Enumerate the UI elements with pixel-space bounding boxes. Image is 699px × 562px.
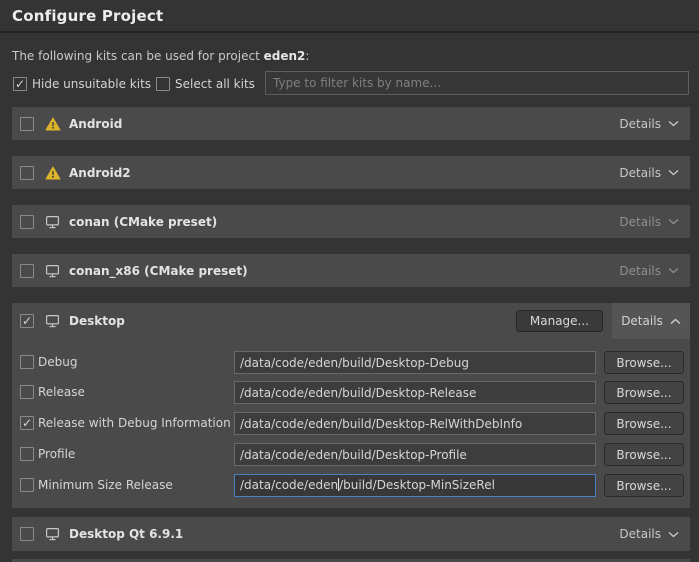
desktop-monitor-icon bbox=[44, 264, 61, 278]
kit-name: Android2 bbox=[69, 166, 131, 180]
kit-checkbox[interactable]: ✓ bbox=[20, 166, 34, 180]
build-dir-input-release[interactable] bbox=[234, 381, 596, 404]
kit-name: Android bbox=[69, 117, 122, 131]
config-checkbox-profile[interactable]: ✓ bbox=[20, 447, 34, 461]
config-checkbox-minsizerel[interactable]: ✓ bbox=[20, 478, 34, 492]
kit-row-conan-x86: ✓ conan_x86 (CMake preset) Details bbox=[12, 254, 690, 287]
page-title: Configure Project bbox=[12, 7, 163, 25]
details-toggle[interactable]: Details bbox=[608, 107, 690, 140]
hide-unsuitable-label: Hide unsuitable kits bbox=[32, 77, 151, 91]
browse-button[interactable]: Browse... bbox=[604, 474, 684, 497]
kit-checkbox[interactable]: ✓ bbox=[20, 314, 34, 328]
config-checkbox-relwithdebinfo[interactable]: ✓ bbox=[20, 416, 34, 430]
config-checkbox-debug[interactable]: ✓ bbox=[20, 355, 34, 369]
select-all-checkbox[interactable]: ✓ bbox=[156, 77, 170, 91]
details-toggle[interactable]: Details bbox=[612, 303, 690, 339]
select-all-kits-option: ✓ Select all kits bbox=[156, 77, 255, 91]
chevron-down-icon bbox=[668, 120, 679, 127]
config-checkbox-release[interactable]: ✓ bbox=[20, 385, 34, 399]
build-dir-input-relwithdebinfo[interactable] bbox=[234, 412, 596, 435]
kit-name: Desktop bbox=[69, 314, 125, 328]
config-label: Release bbox=[38, 381, 85, 404]
warning-icon bbox=[44, 117, 61, 131]
browse-button[interactable]: Browse... bbox=[604, 351, 684, 374]
kit-name: conan_x86 (CMake preset) bbox=[69, 264, 248, 278]
kit-name: conan (CMake preset) bbox=[69, 215, 217, 229]
checkmark-icon: ✓ bbox=[15, 78, 25, 90]
desktop-monitor-icon bbox=[44, 314, 61, 328]
chevron-down-icon bbox=[668, 531, 679, 538]
browse-button[interactable]: Browse... bbox=[604, 443, 684, 466]
config-label: Minimum Size Release bbox=[38, 474, 173, 497]
chevron-down-icon bbox=[668, 267, 679, 274]
hide-unsuitable-kits-option: ✓ Hide unsuitable kits bbox=[13, 77, 151, 91]
details-toggle[interactable]: Details bbox=[608, 517, 690, 551]
kit-checkbox[interactable]: ✓ bbox=[20, 264, 34, 278]
checkmark-icon: ✓ bbox=[22, 315, 32, 327]
kit-checkbox[interactable]: ✓ bbox=[20, 117, 34, 131]
chevron-down-icon bbox=[668, 169, 679, 176]
config-label: Profile bbox=[38, 443, 75, 466]
browse-button[interactable]: Browse... bbox=[604, 412, 684, 435]
config-label: Debug bbox=[38, 351, 77, 374]
configure-project-page: Configure Project The following kits can… bbox=[0, 0, 699, 562]
kit-checkbox[interactable]: ✓ bbox=[20, 215, 34, 229]
desktop-monitor-icon bbox=[44, 527, 61, 541]
kit-row-conan: ✓ conan (CMake preset) Details bbox=[12, 205, 690, 238]
kit-row-desktop: ✓ Desktop Manage... Details ✓ Debug Brow… bbox=[12, 303, 690, 508]
kit-name: Desktop Qt 6.9.1 bbox=[69, 527, 183, 541]
build-dir-input-minsizerel[interactable]: /data/code/eden/build/Desktop-MinSizeRel bbox=[234, 474, 596, 497]
header-separator bbox=[0, 31, 699, 33]
chevron-up-icon bbox=[670, 318, 681, 325]
select-all-label: Select all kits bbox=[175, 77, 255, 91]
desktop-monitor-icon bbox=[44, 215, 61, 229]
hide-unsuitable-checkbox[interactable]: ✓ bbox=[13, 77, 27, 91]
details-toggle[interactable]: Details bbox=[608, 156, 690, 189]
details-toggle[interactable]: Details bbox=[608, 254, 690, 287]
kit-row-android2: ✓ Android2 Details bbox=[12, 156, 690, 189]
details-toggle[interactable]: Details bbox=[608, 205, 690, 238]
kit-checkbox[interactable]: ✓ bbox=[20, 527, 34, 541]
kit-row-android: ✓ Android Details bbox=[12, 107, 690, 140]
build-dir-input-debug[interactable] bbox=[234, 351, 596, 374]
browse-button[interactable]: Browse... bbox=[604, 381, 684, 404]
warning-icon bbox=[44, 166, 61, 180]
kit-filter-input[interactable] bbox=[265, 71, 689, 95]
kit-row-desktop-qt: ✓ Desktop Qt 6.9.1 Details bbox=[12, 517, 690, 551]
build-dir-input-profile[interactable] bbox=[234, 443, 596, 466]
config-label: Release with Debug Information bbox=[38, 412, 231, 435]
chevron-down-icon bbox=[668, 218, 679, 225]
manage-kits-button[interactable]: Manage... bbox=[516, 310, 603, 332]
intro-text: The following kits can be used for proje… bbox=[12, 49, 309, 63]
